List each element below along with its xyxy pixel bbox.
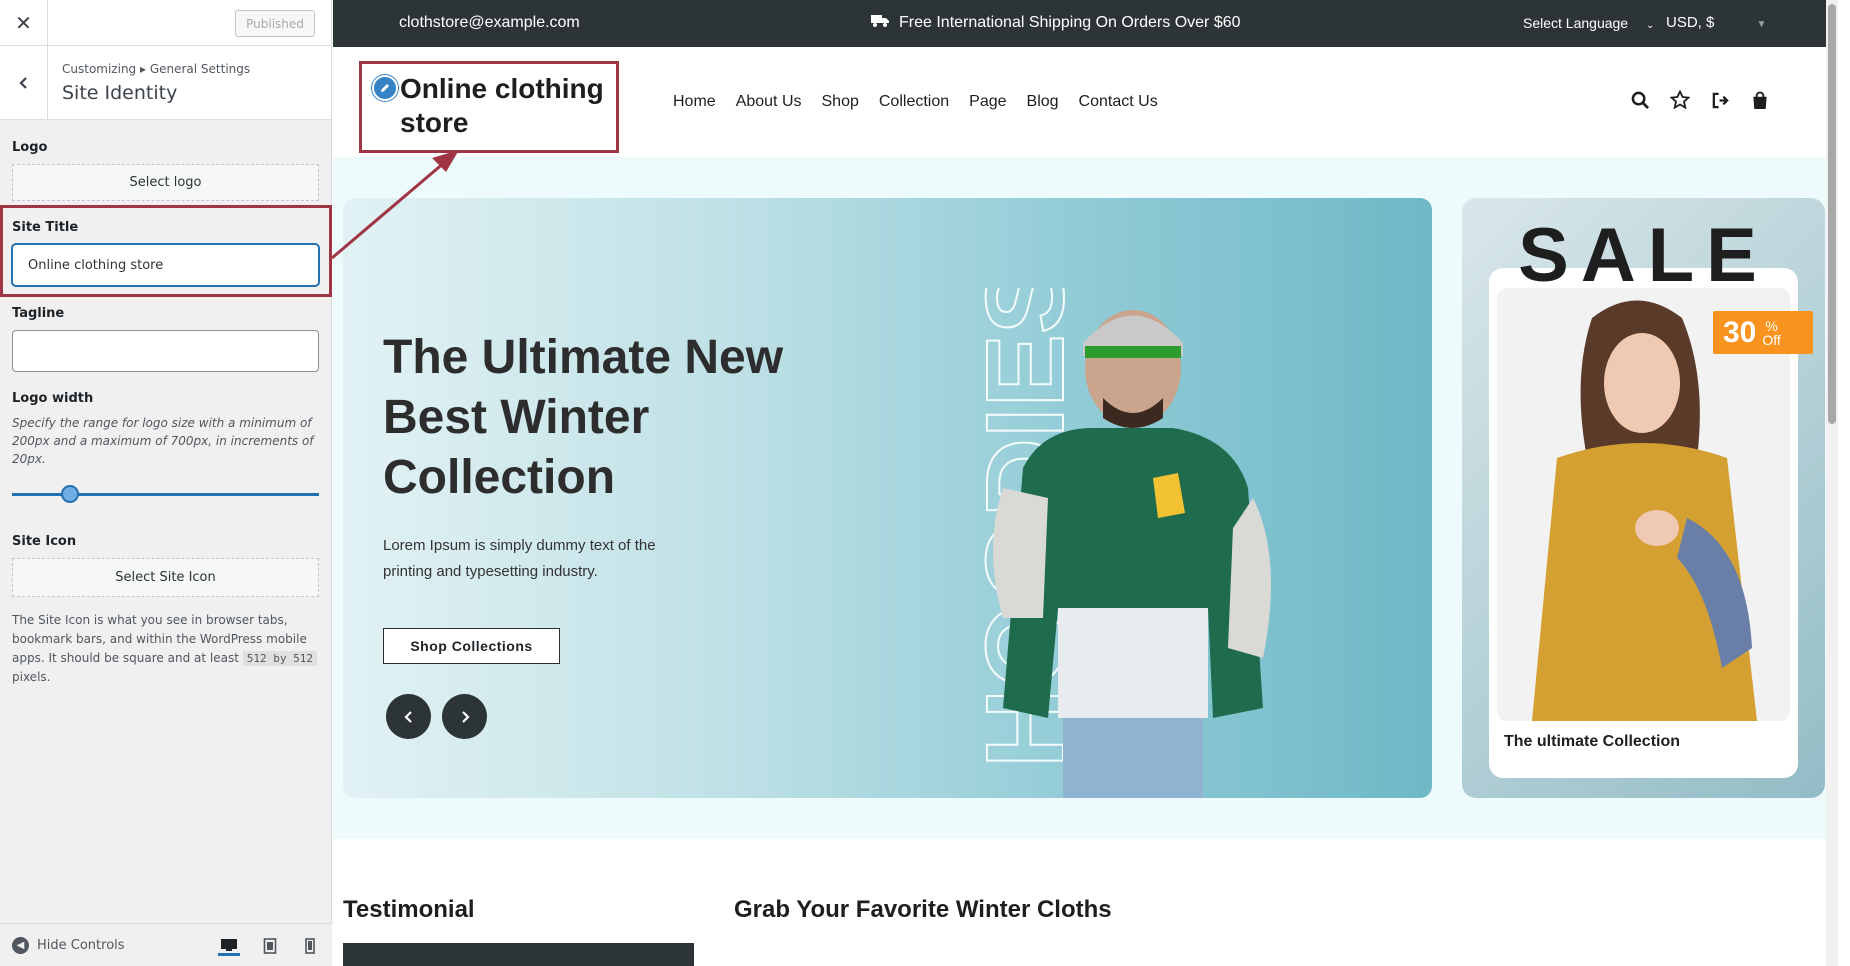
discount-badge: 30 % Off <box>1713 311 1813 354</box>
scrollbar-thumb[interactable] <box>1828 4 1836 424</box>
hero-slider: HOODIES The Ultimate New Best Winter Col… <box>343 198 1432 798</box>
edit-pencil-icon[interactable] <box>372 75 398 101</box>
published-button[interactable]: Published <box>235 10 315 37</box>
truck-icon <box>871 14 889 32</box>
login-icon[interactable] <box>1710 90 1730 110</box>
collapse-icon: ◀ <box>12 937 29 954</box>
hero-heading: The Ultimate New Best Winter Collection <box>383 331 784 504</box>
search-icon[interactable] <box>1630 90 1650 110</box>
language-label: Select Language <box>1523 15 1629 31</box>
site-icon-help-end: pixels. <box>12 670 51 684</box>
caret-down-icon: ▼ <box>1756 19 1767 30</box>
desktop-icon[interactable] <box>218 936 240 956</box>
tagline-input[interactable] <box>12 330 319 372</box>
close-icon[interactable]: ✕ <box>0 0 48 46</box>
currency-label: USD, $ <box>1666 14 1715 31</box>
header-icons <box>1630 90 1770 110</box>
section-header: Customizing ▸ General Settings Site Iden… <box>0 46 331 120</box>
preview-scrollbar[interactable] <box>1826 0 1838 966</box>
slider-track <box>12 493 319 496</box>
sale-caption: The ultimate Collection <box>1504 733 1681 750</box>
logo-width-label: Logo width <box>12 391 94 406</box>
customizer-sidebar: ✕ Published Customizing ▸ General Settin… <box>0 0 332 966</box>
topbar-email[interactable]: clothstore@example.com <box>399 14 580 32</box>
shipping-text: Free International Shipping On Orders Ov… <box>899 14 1241 31</box>
testimonial-heading: Testimonial <box>343 896 475 923</box>
language-select[interactable]: Select Language ⌄ <box>1523 15 1654 31</box>
shop-collections-button[interactable]: Shop Collections <box>383 628 560 664</box>
currency-select[interactable]: USD, $ ▼ <box>1666 14 1766 31</box>
hide-controls-label: Hide Controls <box>37 938 125 953</box>
off-text: Off <box>1762 331 1781 348</box>
logo-width-slider[interactable] <box>12 484 319 504</box>
select-logo-button[interactable]: Select logo <box>12 164 319 201</box>
site-header: Online clothing store Home About Us Shop… <box>333 47 1838 157</box>
topbar: clothstore@example.com Free Internationa… <box>333 0 1838 47</box>
site-icon-help: The Site Icon is what you see in browser… <box>12 611 319 687</box>
nav-about-us[interactable]: About Us <box>736 93 802 111</box>
back-icon[interactable] <box>0 46 48 120</box>
wishlist-star-icon[interactable] <box>1670 90 1690 110</box>
next-slide-button[interactable] <box>442 694 487 739</box>
main-nav: Home About Us Shop Collection Page Blog … <box>673 93 1158 111</box>
customizer-topbar: ✕ Published <box>0 0 331 46</box>
site-title-highlight <box>0 205 332 297</box>
select-site-icon-button[interactable]: Select Site Icon <box>12 558 319 597</box>
hero-section: HOODIES The Ultimate New Best Winter Col… <box>333 157 1828 839</box>
chevron-down-icon: ⌄ <box>1645 20 1655 31</box>
tablet-icon[interactable] <box>259 936 281 956</box>
site-icon-label: Site Icon <box>12 534 77 549</box>
breadcrumb: Customizing ▸ General Settings <box>62 62 251 76</box>
mobile-icon[interactable] <box>299 936 321 956</box>
nav-blog[interactable]: Blog <box>1027 93 1059 111</box>
chevron-right-icon <box>461 710 470 723</box>
nav-home[interactable]: Home <box>673 93 716 111</box>
nav-collection[interactable]: Collection <box>879 93 949 111</box>
discount-number: 30 <box>1723 315 1757 349</box>
logo-label: Logo <box>12 140 48 155</box>
site-title-highlight: Online clothing store <box>359 61 619 153</box>
prev-slide-button[interactable] <box>386 694 431 739</box>
tagline-label: Tagline <box>12 306 65 321</box>
nav-shop[interactable]: Shop <box>822 93 859 111</box>
winter-cloths-heading: Grab Your Favorite Winter Cloths <box>734 896 1112 923</box>
chevron-left-icon <box>403 710 412 723</box>
nav-page[interactable]: Page <box>969 93 1006 111</box>
site-title[interactable]: Online clothing store <box>400 72 610 140</box>
hide-controls-button[interactable]: ◀ Hide Controls <box>12 937 125 954</box>
nav-contact-us[interactable]: Contact Us <box>1079 93 1158 111</box>
discount-label: % Off <box>1762 319 1780 347</box>
testimonial-card <box>343 943 694 966</box>
section-title: Site Identity <box>62 82 178 104</box>
sale-word: SALE <box>1518 213 1769 298</box>
customizer-footer: ◀ Hide Controls <box>0 923 332 966</box>
cart-bag-icon[interactable] <box>1750 90 1770 110</box>
slider-handle[interactable] <box>61 485 80 503</box>
site-icon-size-code: 512 by 512 <box>242 651 317 666</box>
hero-text: Lorem Ipsum is simply dummy text of the … <box>383 537 656 580</box>
shipping-notice: Free International Shipping On Orders Ov… <box>871 14 1241 32</box>
site-preview: clothstore@example.com Free Internationa… <box>333 0 1838 966</box>
logo-width-hint: Specify the range for logo size with a m… <box>12 416 314 466</box>
hero-model-image: HOODIES <box>963 288 1271 798</box>
app-root: ✕ Published Customizing ▸ General Settin… <box>0 0 1850 966</box>
sale-banner: SALE The ultimate Collection 30 % Off <box>1462 198 1825 798</box>
